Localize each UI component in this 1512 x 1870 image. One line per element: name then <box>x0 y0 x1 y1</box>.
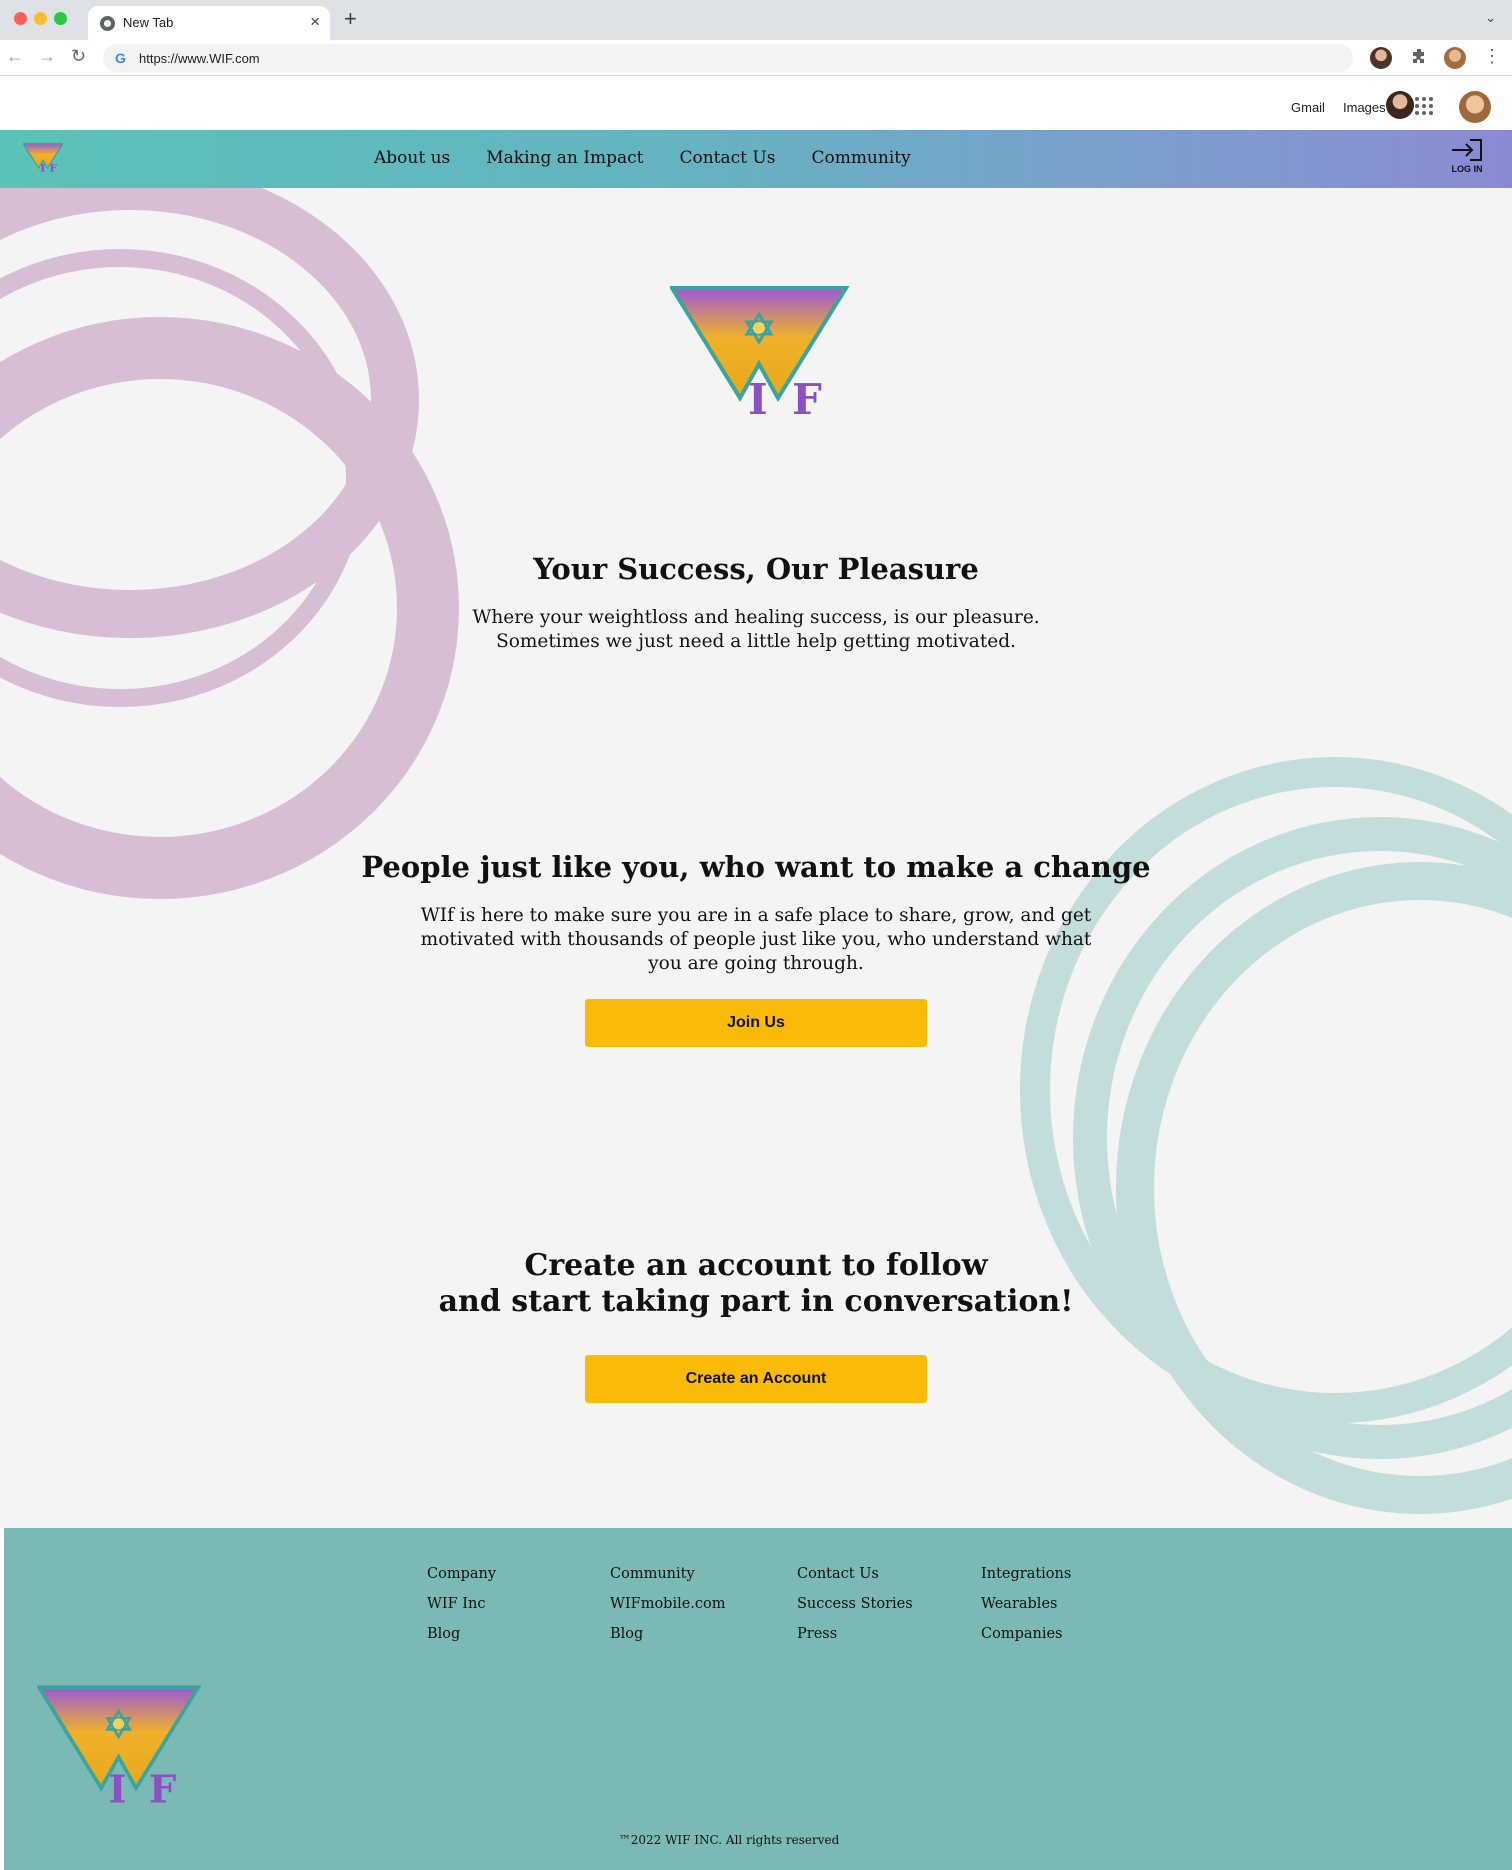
gmail-link[interactable]: Gmail <box>1291 100 1325 115</box>
footer-link[interactable]: Blog <box>427 1626 496 1656</box>
community-title: People just like you, who want to make a… <box>361 850 1151 884</box>
footer-link[interactable]: Wearables <box>981 1596 1071 1626</box>
nav-about-us[interactable]: About us <box>374 148 450 168</box>
browser-toolbar: ← → ↻ G https://www.WIF.com ⋮ <box>0 40 1512 76</box>
apps-grid-icon[interactable] <box>1415 97 1433 115</box>
svg-text:I: I <box>748 375 768 416</box>
footer-link[interactable]: Company <box>427 1566 496 1596</box>
close-tab-icon[interactable]: × <box>310 12 320 32</box>
footer: Company WIF Inc Blog Community WIFmobile… <box>4 1528 1512 1870</box>
footer-link[interactable]: Blog <box>610 1626 726 1656</box>
account-title: Create an account to follow and start ta… <box>438 1248 1074 1319</box>
footer-link[interactable]: Companies <box>981 1626 1071 1656</box>
user-avatar[interactable] <box>1386 91 1414 119</box>
menu-icon[interactable]: ⋮ <box>1483 46 1501 67</box>
new-tab-icon[interactable]: + <box>344 6 357 32</box>
browser-tab[interactable]: New Tab × <box>88 6 330 40</box>
footer-link[interactable]: Community <box>610 1566 726 1596</box>
join-us-button[interactable]: Join Us <box>585 999 927 1047</box>
footer-column-integrations: Integrations Wearables Companies <box>981 1566 1071 1656</box>
minimize-window-button[interactable] <box>34 12 47 25</box>
svg-text:F: F <box>50 162 58 174</box>
login-button[interactable]: LOG IN <box>1446 138 1488 182</box>
footer-column-company: Company WIF Inc Blog <box>427 1566 496 1656</box>
back-icon[interactable]: ← <box>6 46 24 67</box>
footer-link[interactable]: Press <box>797 1626 913 1656</box>
footer-link[interactable]: WIF Inc <box>427 1596 496 1626</box>
address-bar[interactable]: G https://www.WIF.com <box>103 44 1353 72</box>
maximize-window-button[interactable] <box>54 12 67 25</box>
url-text[interactable]: https://www.WIF.com <box>139 51 260 66</box>
account-avatar[interactable] <box>1444 47 1466 69</box>
main-nav: About us Making an Impact Contact Us Com… <box>374 148 911 168</box>
footer-logo: I F <box>37 1685 202 1805</box>
footer-column-community: Community WIFmobile.com Blog <box>610 1566 726 1656</box>
nav-contact-us[interactable]: Contact Us <box>679 148 775 168</box>
footer-link[interactable]: Integrations <box>981 1566 1071 1596</box>
chrome-icon <box>100 16 115 31</box>
site-header: I F About us Making an Impact Contact Us… <box>0 130 1512 188</box>
svg-text:F: F <box>149 1768 176 1805</box>
hero-text: Where your weightloss and healing succes… <box>472 607 1040 652</box>
community-text: WIf is here to make sure you are in a sa… <box>420 905 1092 974</box>
browser-tab-bar: New Tab × + ⌄ <box>0 0 1512 40</box>
footer-column-contact: Contact Us Success Stories Press <box>797 1566 913 1656</box>
wif-logo[interactable]: I F <box>23 141 63 175</box>
copyright-text: ™2022 WIF INC. All rights reserved <box>618 1833 840 1847</box>
close-window-button[interactable] <box>14 12 27 25</box>
hero-title: Your Success, Our Pleasure <box>533 552 979 586</box>
login-label: LOG IN <box>1451 164 1483 174</box>
tab-title: New Tab <box>123 15 174 30</box>
images-link[interactable]: Images <box>1343 100 1386 115</box>
google-icon: G <box>115 50 126 66</box>
svg-text:I: I <box>40 162 45 174</box>
profile-avatar[interactable] <box>1370 47 1392 69</box>
nav-community[interactable]: Community <box>811 148 910 168</box>
svg-text:F: F <box>792 375 822 416</box>
account-avatar[interactable] <box>1459 91 1491 123</box>
main-content: I F Your Success, Our Pleasure Where you… <box>0 188 1512 1528</box>
login-icon <box>1452 139 1482 161</box>
footer-link[interactable]: Contact Us <box>797 1566 913 1596</box>
footer-link[interactable]: Success Stories <box>797 1596 913 1626</box>
svg-text:I: I <box>109 1768 127 1805</box>
google-bar: Gmail Images <box>0 77 1512 130</box>
nav-making-an-impact[interactable]: Making an Impact <box>486 148 643 168</box>
extensions-icon[interactable] <box>1411 48 1427 64</box>
create-account-button[interactable]: Create an Account <box>585 1355 927 1403</box>
forward-icon[interactable]: → <box>38 46 56 67</box>
reload-icon[interactable]: ↻ <box>71 46 86 67</box>
hero-logo: I F <box>670 286 850 416</box>
footer-link[interactable]: WIFmobile.com <box>610 1596 726 1626</box>
tab-search-icon[interactable]: ⌄ <box>1485 10 1496 26</box>
